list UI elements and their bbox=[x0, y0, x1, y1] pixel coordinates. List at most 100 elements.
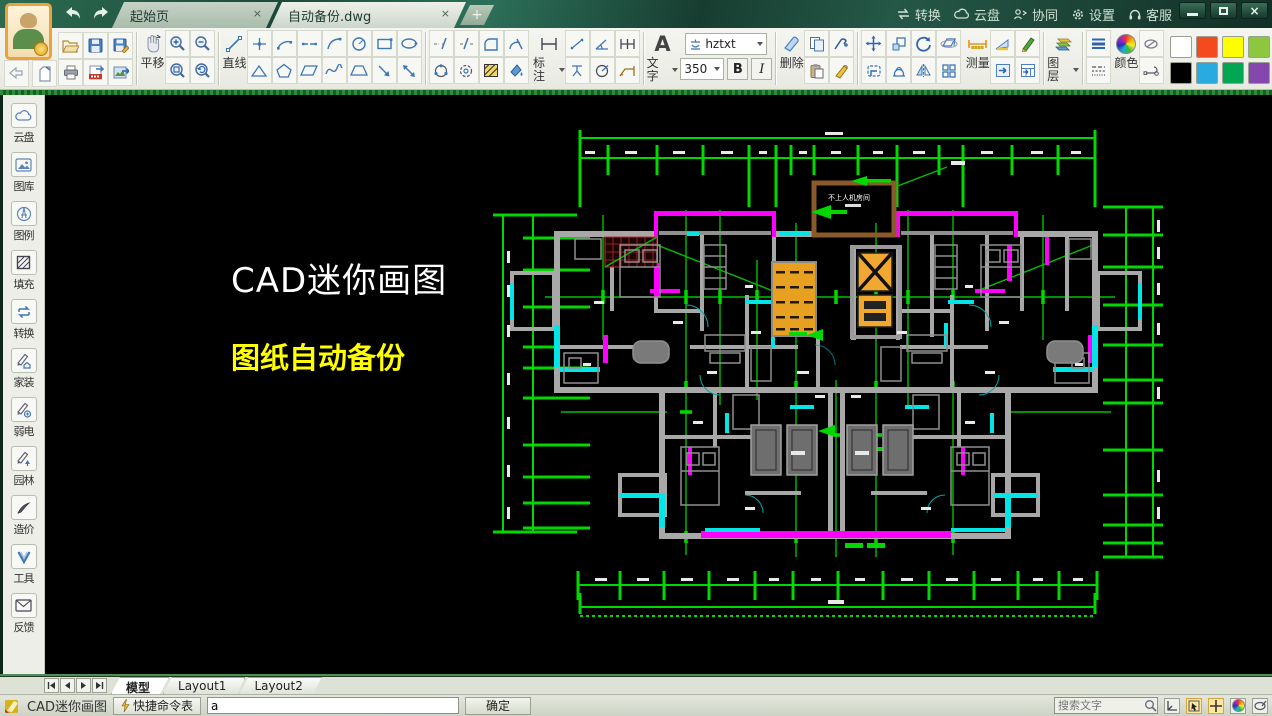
undo-button[interactable] bbox=[4, 60, 29, 87]
last-layout-button[interactable] bbox=[92, 678, 107, 693]
polyline-tool-button[interactable] bbox=[297, 30, 322, 57]
tab-close-icon[interactable]: × bbox=[253, 7, 262, 20]
tangent-arc-button[interactable] bbox=[504, 30, 529, 57]
tab-start-page[interactable]: 起始页 × bbox=[112, 2, 278, 28]
export-table-button[interactable] bbox=[1015, 57, 1040, 84]
color-swatch[interactable] bbox=[1222, 62, 1244, 84]
tab-model[interactable]: 模型 bbox=[111, 677, 169, 694]
first-layout-button[interactable] bbox=[44, 678, 59, 693]
color-swatch[interactable] bbox=[1222, 36, 1244, 58]
sidebar-item-hatch[interactable]: 填充 bbox=[4, 250, 44, 292]
arrow-tool-button[interactable] bbox=[372, 57, 397, 84]
angular-dim-button[interactable] bbox=[590, 30, 615, 57]
offset-button[interactable] bbox=[861, 57, 886, 84]
rotate-button[interactable] bbox=[911, 30, 936, 57]
measure-button[interactable] bbox=[965, 30, 990, 57]
transparency-button[interactable] bbox=[1139, 30, 1164, 57]
polygon-tool-button[interactable] bbox=[272, 57, 297, 84]
annotate-button[interactable] bbox=[1015, 30, 1040, 57]
array-button[interactable] bbox=[936, 57, 961, 84]
continue-dim-button[interactable] bbox=[615, 30, 640, 57]
sidebar-item-legend[interactable]: 图例 bbox=[4, 201, 44, 243]
copy-with-point-button[interactable] bbox=[829, 30, 854, 57]
sidebar-item-landscape[interactable]: 园林 bbox=[4, 446, 44, 488]
sidebar-item-gallery[interactable]: 图库 bbox=[4, 152, 44, 194]
background-color-button[interactable] bbox=[1230, 698, 1246, 714]
zoom-window-button[interactable] bbox=[165, 57, 190, 84]
fillet-button[interactable] bbox=[479, 30, 504, 57]
prev-layout-button[interactable] bbox=[60, 678, 75, 693]
layers-button[interactable] bbox=[1051, 30, 1076, 57]
zoom-in-button[interactable] bbox=[165, 30, 190, 57]
back-button[interactable] bbox=[62, 3, 84, 23]
color-wheel-button[interactable] bbox=[1114, 30, 1139, 57]
leader-dim-button[interactable] bbox=[615, 57, 640, 84]
sidebar-item-convert[interactable]: 转换 bbox=[4, 299, 44, 341]
lineweight-button[interactable] bbox=[1086, 30, 1111, 57]
linetype-button[interactable] bbox=[1086, 57, 1111, 84]
polyline-edit-button[interactable] bbox=[1139, 57, 1164, 84]
dimension-button[interactable] bbox=[536, 30, 561, 57]
tab-document[interactable]: 自动备份.dwg × bbox=[270, 2, 466, 28]
radius-dim-button[interactable] bbox=[590, 57, 615, 84]
collaborate-button[interactable]: 协同 bbox=[1013, 5, 1058, 24]
ordinate-dim-button[interactable] bbox=[565, 57, 590, 84]
scale-button[interactable] bbox=[886, 30, 911, 57]
color-swatch[interactable] bbox=[1170, 36, 1192, 58]
sidebar-item-home-design[interactable]: 家装 bbox=[4, 348, 44, 390]
view-3d-button[interactable] bbox=[936, 30, 961, 57]
color-swatch[interactable] bbox=[1248, 36, 1270, 58]
construction-line-button[interactable] bbox=[247, 30, 272, 57]
command-input[interactable] bbox=[207, 697, 459, 714]
zoom-out-button[interactable] bbox=[190, 30, 215, 57]
sidebar-item-cost[interactable]: 造价 bbox=[4, 495, 44, 537]
pan-button[interactable] bbox=[140, 30, 165, 57]
copy-button[interactable] bbox=[804, 30, 829, 57]
extend-button[interactable] bbox=[454, 30, 479, 57]
maximize-button[interactable] bbox=[1210, 2, 1237, 19]
search-input[interactable] bbox=[1055, 699, 1144, 712]
search-box[interactable] bbox=[1054, 697, 1158, 714]
export-pdf-button[interactable] bbox=[83, 59, 108, 86]
curve-tool-button[interactable] bbox=[322, 30, 347, 57]
save-button[interactable] bbox=[83, 32, 108, 59]
confirm-button[interactable]: 确定 bbox=[465, 697, 531, 715]
sidebar-item-tools[interactable]: 工具 bbox=[4, 544, 44, 586]
trapezoid-tool-button[interactable] bbox=[347, 57, 372, 84]
crosshair-toggle-button[interactable] bbox=[1208, 698, 1224, 714]
minimize-button[interactable] bbox=[1179, 2, 1206, 19]
ucs-toggle-button[interactable] bbox=[1164, 698, 1180, 714]
font-select[interactable]: hztxt bbox=[685, 33, 767, 55]
mirror-button[interactable] bbox=[911, 57, 936, 84]
sidebar-item-low-voltage[interactable]: 弱电 bbox=[4, 397, 44, 439]
rectangle-tool-button[interactable] bbox=[372, 30, 397, 57]
color-swatch[interactable] bbox=[1196, 36, 1218, 58]
circle-tool-button[interactable] bbox=[347, 30, 372, 57]
new-file-button[interactable] bbox=[32, 60, 57, 87]
settings-button[interactable]: 设置 bbox=[1071, 5, 1115, 24]
line-tool-button[interactable] bbox=[222, 30, 247, 57]
color-swatch[interactable] bbox=[1170, 62, 1192, 84]
trim-button[interactable] bbox=[429, 30, 454, 57]
tab-layout2[interactable]: Layout2 bbox=[239, 677, 321, 694]
print-button[interactable] bbox=[58, 59, 83, 86]
donut-button[interactable] bbox=[454, 57, 479, 84]
polar-array-button[interactable] bbox=[429, 57, 454, 84]
support-button[interactable]: 客服 bbox=[1128, 5, 1172, 24]
user-avatar[interactable] bbox=[5, 3, 52, 60]
shortcut-commands-button[interactable]: 快捷命令表 bbox=[113, 697, 201, 715]
aligned-dim-button[interactable] bbox=[565, 30, 590, 57]
double-arrow-tool-button[interactable] bbox=[397, 57, 422, 84]
save-as-button[interactable] bbox=[108, 32, 133, 59]
export-image-button[interactable] bbox=[108, 59, 133, 86]
new-tab-button[interactable]: + bbox=[460, 5, 494, 25]
bold-button[interactable]: B bbox=[727, 58, 748, 80]
convert-button[interactable]: 转换 bbox=[896, 5, 941, 24]
text-size-select[interactable]: 350 bbox=[680, 58, 724, 80]
erase-button[interactable] bbox=[779, 30, 804, 57]
forward-button[interactable] bbox=[90, 3, 112, 23]
export-result-button[interactable] bbox=[990, 57, 1015, 84]
format-painter-button[interactable] bbox=[829, 57, 854, 84]
select-mode-button[interactable] bbox=[1186, 698, 1202, 714]
close-button[interactable]: × bbox=[1241, 2, 1268, 19]
